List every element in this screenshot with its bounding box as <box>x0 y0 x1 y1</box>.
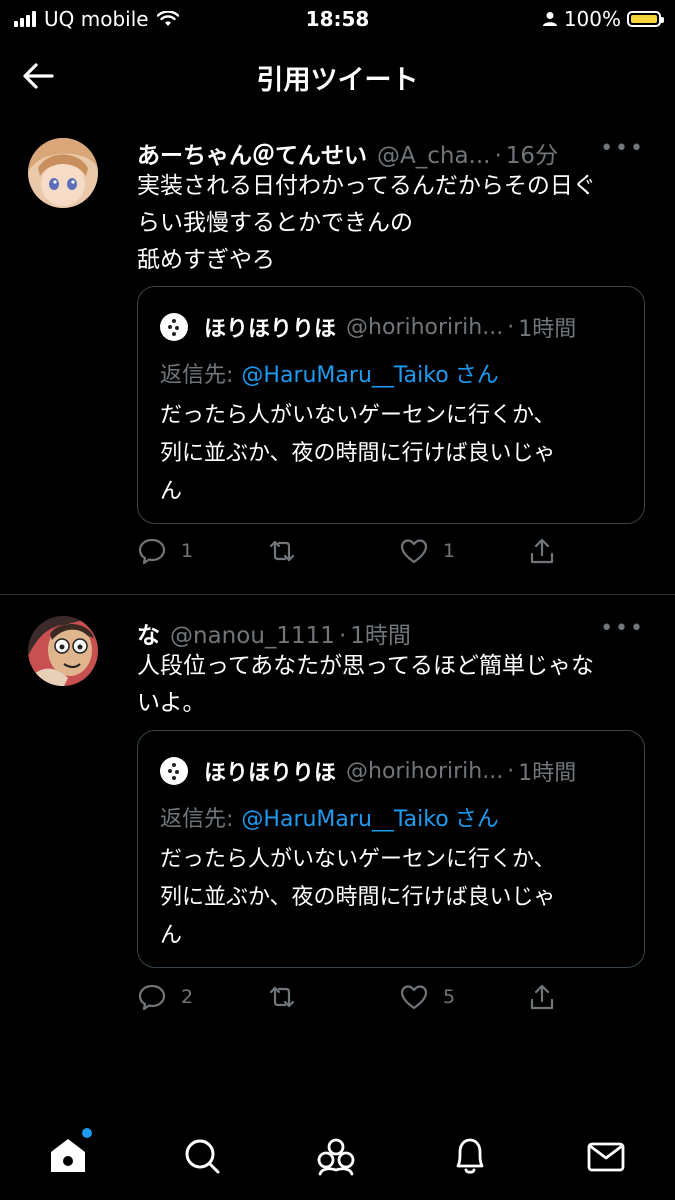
tweet-text: 人段位ってあなたが思ってるほど簡単じゃな いよ。 <box>137 648 647 722</box>
reply-suffix: さん <box>454 807 499 832</box>
avatar[interactable] <box>28 138 98 208</box>
reply-button[interactable]: 1 <box>137 536 193 566</box>
battery-icon <box>627 11 664 27</box>
quoted-author-handle: @horihoririh... <box>346 314 504 340</box>
quoted-text-line: ん <box>160 923 183 948</box>
quoted-meta: ほりほりりほ @horihoririh... · 1時間 <box>160 311 576 343</box>
more-icon[interactable]: ••• <box>600 616 645 641</box>
tweet-meta: な @nanou_1111 · 1時間 <box>137 616 411 650</box>
like-count: 5 <box>443 986 456 1008</box>
status-bar: UQ mobile 18:58 100% <box>0 0 675 38</box>
reply-count: 2 <box>181 986 194 1008</box>
tweet-2[interactable]: な @nanou_1111 · 1時間 ••• 人段位ってあなたが思ってるほど簡… <box>0 608 675 1038</box>
like-icon <box>400 539 428 564</box>
retweet-icon <box>269 986 295 1008</box>
reply-icon <box>138 984 166 1011</box>
home-icon <box>51 1139 85 1172</box>
reply-to-link[interactable]: @HaruMaru__Taiko <box>241 807 448 832</box>
quoted-author-name: ほりほりりほ <box>204 761 337 786</box>
reply-context: 返信先: @HaruMaru__Taiko さん <box>160 357 499 389</box>
page-title: 引用ツイート <box>256 65 419 96</box>
retweet-button[interactable] <box>267 982 297 1012</box>
avatar[interactable] <box>28 616 98 686</box>
author-name[interactable]: な <box>137 616 160 650</box>
quoted-text-line: 列に並ぶか、夜の時間に行けば良いじゃ <box>160 441 556 466</box>
author-name[interactable]: あーちゃん＠てんせい <box>137 136 367 170</box>
author-handle[interactable]: @nanou_1111 <box>170 623 335 649</box>
search-icon <box>185 1139 220 1174</box>
tweet-1[interactable]: あーちゃん＠てんせい @A_cha... · 16分 ••• 実装される日付わか… <box>0 128 675 593</box>
divider <box>0 594 675 595</box>
tweet-text-line: いよ。 <box>137 690 206 716</box>
tweet-text-line: 実装される日付わかってるんだからその日ぐ <box>137 173 596 199</box>
person-icon <box>542 12 557 26</box>
retweet-button[interactable] <box>267 536 297 566</box>
header: 引用ツイート <box>0 48 675 104</box>
reply-button[interactable]: 2 <box>137 982 193 1012</box>
share-button[interactable] <box>527 536 557 566</box>
tweet-text-line: 舐めすぎやろ <box>137 247 275 273</box>
notifications-icon <box>456 1138 484 1174</box>
quoted-author-handle: @horihoririh... <box>346 758 504 784</box>
reply-to-link[interactable]: @HaruMaru__Taiko <box>241 363 448 388</box>
reply-suffix: さん <box>454 363 499 388</box>
quoted-text-line: ん <box>160 479 183 504</box>
reply-icon <box>138 538 166 565</box>
notification-dot <box>82 1128 92 1138</box>
quoted-tweet[interactable]: ほりほりりほ @horihoririh... · 1時間 返信先: @HaruMa… <box>137 286 645 524</box>
share-button[interactable] <box>527 982 557 1012</box>
quoted-text: だったら人がいないゲーセンに行くか、 列に並ぶか、夜の時間に行けば良いじゃ ん <box>160 841 620 955</box>
tab-communities[interactable] <box>314 1134 358 1178</box>
tab-messages[interactable] <box>584 1134 628 1178</box>
retweet-icon <box>269 540 295 562</box>
separator-dot: · <box>507 314 515 340</box>
tweet-time[interactable]: 16分 <box>506 136 558 170</box>
tweet-actions: 2 5 <box>137 982 617 1018</box>
quoted-time: 1時間 <box>518 317 577 342</box>
quoted-meta: ほりほりりほ @horihoririh... · 1時間 <box>160 755 576 787</box>
quoted-text-line: 列に並ぶか、夜の時間に行けば良いじゃ <box>160 885 556 910</box>
quoted-text-line: だったら人がいないゲーセンに行くか、 <box>160 403 556 428</box>
status-right: 100% <box>542 7 664 31</box>
quoted-avatar <box>160 757 188 785</box>
reply-label: 返信先: <box>160 363 234 388</box>
bottom-tab-bar <box>0 1110 675 1200</box>
quoted-avatar <box>160 313 188 341</box>
quoted-time: 1時間 <box>518 761 577 786</box>
reply-label: 返信先: <box>160 807 234 832</box>
tweet-time[interactable]: 1時間 <box>350 616 411 650</box>
quoted-text-line: だったら人がいないゲーセンに行くか、 <box>160 847 556 872</box>
tweet-actions: 1 1 <box>137 536 617 572</box>
tweet-text-line: 人段位ってあなたが思ってるほど簡単じゃな <box>137 653 595 679</box>
reply-context: 返信先: @HaruMaru__Taiko さん <box>160 801 499 833</box>
tweet-text-line: らい我慢するとかできんの <box>137 210 413 236</box>
like-icon <box>400 985 428 1010</box>
share-icon <box>530 538 554 564</box>
separator-dot: · <box>338 623 347 649</box>
messages-icon <box>587 1142 625 1172</box>
author-handle[interactable]: @A_cha... <box>377 143 490 169</box>
communities-icon <box>317 1138 355 1176</box>
quoted-author-name: ほりほりりほ <box>204 317 337 342</box>
tab-search[interactable] <box>180 1134 224 1178</box>
like-button[interactable]: 5 <box>399 982 455 1012</box>
share-icon <box>530 984 554 1010</box>
separator-dot: · <box>494 143 502 169</box>
tab-home[interactable] <box>46 1128 92 1178</box>
like-count: 1 <box>443 540 456 562</box>
tweet-text: 実装される日付わかってるんだからその日ぐ らい我慢するとかできんの 舐めすぎやろ <box>137 168 647 279</box>
tab-notifications[interactable] <box>448 1134 492 1178</box>
reply-count: 1 <box>181 540 194 562</box>
tweet-meta: あーちゃん＠てんせい @A_cha... · 16分 <box>137 136 558 170</box>
like-button[interactable]: 1 <box>399 536 455 566</box>
battery-percent: 100% <box>563 7 621 31</box>
separator-dot: · <box>507 758 515 784</box>
quoted-text: だったら人がいないゲーセンに行くか、 列に並ぶか、夜の時間に行けば良いじゃ ん <box>160 397 620 511</box>
more-icon[interactable]: ••• <box>600 136 645 161</box>
quoted-tweet[interactable]: ほりほりりほ @horihoririh... · 1時間 返信先: @HaruMa… <box>137 730 645 968</box>
